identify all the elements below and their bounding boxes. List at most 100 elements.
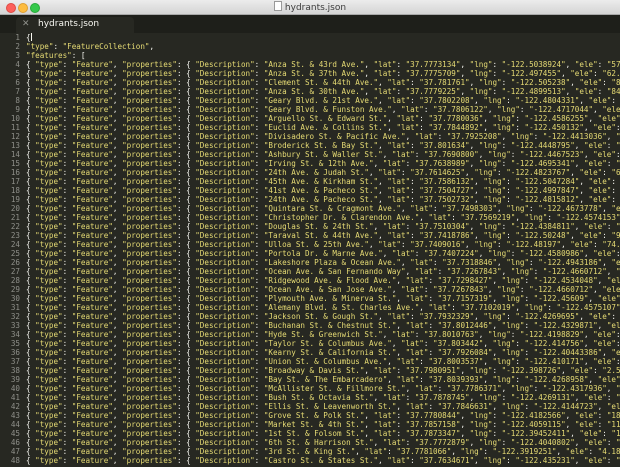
line-number: 42: [10, 402, 20, 411]
code-line[interactable]: { "type": "Feature", "properties": { "De…: [26, 123, 620, 132]
code-area[interactable]: {"type": "FeatureCollection", "features":…: [26, 33, 620, 467]
code-line[interactable]: { "type": "Feature", "properties": { "De…: [26, 438, 620, 447]
line-number: 46: [10, 438, 20, 447]
line-number: 27: [10, 267, 20, 276]
text-cursor: [30, 33, 32, 41]
line-number: 10: [10, 114, 20, 123]
code-line[interactable]: { "type": "Feature", "properties": { "De…: [26, 285, 620, 294]
code-line[interactable]: { "type": "Feature", "properties": { "De…: [26, 348, 620, 357]
line-number: 13: [10, 141, 20, 150]
code-line[interactable]: { "type": "Feature", "properties": { "De…: [26, 429, 620, 438]
code-line[interactable]: { "type": "Feature", "properties": { "De…: [26, 114, 620, 123]
code-line[interactable]: { "type": "Feature", "properties": { "De…: [26, 222, 620, 231]
code-line[interactable]: { "type": "Feature", "properties": { "De…: [26, 195, 620, 204]
code-line[interactable]: { "type": "Feature", "properties": { "De…: [26, 132, 620, 141]
document-icon: [273, 1, 282, 11]
line-number: 47: [10, 447, 20, 456]
code-line[interactable]: { "type": "Feature", "properties": { "De…: [26, 447, 620, 456]
code-line[interactable]: { "type": "Feature", "properties": { "De…: [26, 330, 620, 339]
code-line[interactable]: "type": "FeatureCollection",: [26, 42, 620, 51]
line-number: 32: [10, 312, 20, 321]
code-line[interactable]: { "type": "Feature", "properties": { "De…: [26, 357, 620, 366]
line-number: 7: [15, 87, 20, 96]
line-number: 48: [10, 456, 20, 465]
code-editor[interactable]: 1 2 3 4 5 6 7 8 9 10 11 12 13 14 15 16 17 18 19 20 21 22 23 24 2…: [0, 33, 620, 467]
line-number: 22: [10, 222, 20, 231]
code-line[interactable]: { "type": "Feature", "properties": { "De…: [26, 303, 620, 312]
code-line[interactable]: { "type": "Feature", "properties": { "De…: [26, 366, 620, 375]
line-number: 41: [10, 393, 20, 402]
code-line[interactable]: { "type": "Feature", "properties": { "De…: [26, 69, 620, 78]
line-number: 11: [10, 123, 20, 132]
line-number: 12: [10, 132, 20, 141]
line-number: 5: [15, 69, 20, 78]
code-line[interactable]: "features": [: [26, 51, 620, 60]
code-line[interactable]: { "type": "Feature", "properties": { "De…: [26, 240, 620, 249]
code-line[interactable]: {: [26, 33, 620, 42]
line-number: 2: [15, 42, 20, 51]
close-tab-icon[interactable]: ✕: [22, 19, 30, 29]
code-line[interactable]: { "type": "Feature", "properties": { "De…: [26, 312, 620, 321]
line-number: 40: [10, 384, 20, 393]
code-line[interactable]: { "type": "Feature", "properties": { "De…: [26, 186, 620, 195]
code-line[interactable]: { "type": "Feature", "properties": { "De…: [26, 96, 620, 105]
code-line[interactable]: { "type": "Feature", "properties": { "De…: [26, 294, 620, 303]
line-number: 9: [15, 105, 20, 114]
code-line[interactable]: { "type": "Feature", "properties": { "De…: [26, 384, 620, 393]
code-line[interactable]: { "type": "Feature", "properties": { "De…: [26, 141, 620, 150]
code-line[interactable]: { "type": "Feature", "properties": { "De…: [26, 204, 620, 213]
line-number: 16: [10, 168, 20, 177]
line-number: 17: [10, 177, 20, 186]
code-line[interactable]: { "type": "Feature", "properties": { "De…: [26, 159, 620, 168]
code-line[interactable]: { "type": "Feature", "properties": { "De…: [26, 276, 620, 285]
line-number: 36: [10, 348, 20, 357]
code-line[interactable]: { "type": "Feature", "properties": { "De…: [26, 339, 620, 348]
line-number: 31: [10, 303, 20, 312]
window-title-text: hydrants.json: [284, 3, 347, 13]
code-line[interactable]: { "type": "Feature", "properties": { "De…: [26, 420, 620, 429]
line-number: 15: [10, 159, 20, 168]
line-number: 6: [15, 78, 20, 87]
line-number: 1: [15, 33, 20, 42]
code-line[interactable]: { "type": "Feature", "properties": { "De…: [26, 60, 620, 69]
code-line[interactable]: { "type": "Feature", "properties": { "De…: [26, 150, 620, 159]
line-number: 35: [10, 339, 20, 348]
code-line[interactable]: { "type": "Feature", "properties": { "De…: [26, 249, 620, 258]
line-number: 33: [10, 321, 20, 330]
line-number: 28: [10, 276, 20, 285]
code-line[interactable]: { "type": "Feature", "properties": { "De…: [26, 402, 620, 411]
line-number: 43: [10, 411, 20, 420]
line-number: 23: [10, 231, 20, 240]
code-line[interactable]: { "type": "Feature", "properties": { "De…: [26, 213, 620, 222]
code-line[interactable]: { "type": "Feature", "properties": { "De…: [26, 321, 620, 330]
line-number: 4: [15, 60, 20, 69]
line-number: 37: [10, 357, 20, 366]
window-titlebar: hydrants.json: [0, 0, 620, 15]
line-number: 29: [10, 285, 20, 294]
line-number: 24: [10, 240, 20, 249]
line-number: 38: [10, 366, 20, 375]
line-number: 3: [15, 51, 20, 60]
window-title: hydrants.json: [0, 1, 620, 13]
tab-hydrants-json[interactable]: ✕ hydrants.json: [16, 17, 134, 33]
line-number: 30: [10, 294, 20, 303]
tab-label: hydrants.json: [38, 19, 100, 29]
code-line[interactable]: { "type": "Feature", "properties": { "De…: [26, 267, 620, 276]
code-line[interactable]: { "type": "Feature", "properties": { "De…: [26, 375, 620, 384]
code-line[interactable]: { "type": "Feature", "properties": { "De…: [26, 411, 620, 420]
code-line[interactable]: { "type": "Feature", "properties": { "De…: [26, 168, 620, 177]
code-line[interactable]: { "type": "Feature", "properties": { "De…: [26, 393, 620, 402]
line-number: 20: [10, 204, 20, 213]
line-number: 34: [10, 330, 20, 339]
code-line[interactable]: { "type": "Feature", "properties": { "De…: [26, 78, 620, 87]
code-line[interactable]: { "type": "Feature", "properties": { "De…: [26, 177, 620, 186]
line-number: 44: [10, 420, 20, 429]
line-number: 26: [10, 258, 20, 267]
code-line[interactable]: { "type": "Feature", "properties": { "De…: [26, 456, 620, 465]
code-line[interactable]: { "type": "Feature", "properties": { "De…: [26, 87, 620, 96]
code-line[interactable]: { "type": "Feature", "properties": { "De…: [26, 105, 620, 114]
code-line[interactable]: { "type": "Feature", "properties": { "De…: [26, 258, 620, 267]
code-line[interactable]: { "type": "Feature", "properties": { "De…: [26, 231, 620, 240]
line-number: 21: [10, 213, 20, 222]
line-number: 8: [15, 96, 20, 105]
